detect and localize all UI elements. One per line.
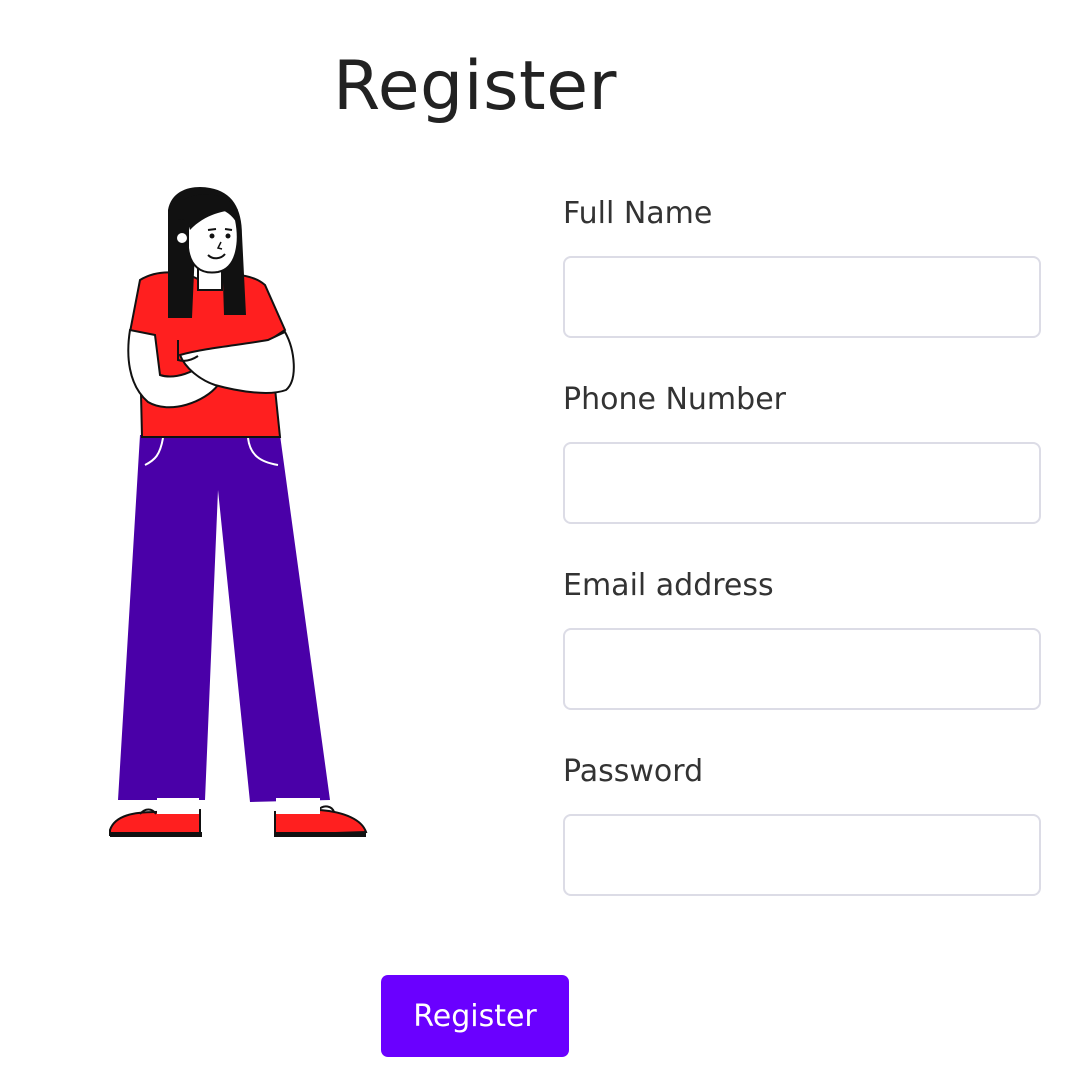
full-name-input[interactable]: [563, 256, 1041, 338]
page-title: Register: [333, 47, 617, 126]
email-label: Email address: [563, 568, 774, 603]
standing-woman-illustration: [100, 180, 380, 850]
email-field: Email address: [563, 562, 1041, 710]
password-input[interactable]: [563, 814, 1041, 896]
full-name-field: Full Name: [563, 190, 1041, 338]
full-name-label: Full Name: [563, 196, 713, 231]
phone-number-field: Phone Number: [563, 376, 1041, 524]
register-button[interactable]: Register: [381, 975, 569, 1057]
phone-number-label: Phone Number: [563, 382, 786, 417]
email-input[interactable]: [563, 628, 1041, 710]
phone-number-input[interactable]: [563, 442, 1041, 524]
password-label: Password: [563, 754, 704, 789]
password-field: Password: [563, 748, 1041, 896]
register-form: Full Name Phone Number Email address Pas…: [563, 190, 1041, 896]
register-page: Register Full Name Phone Number Email ad…: [0, 0, 1080, 1080]
